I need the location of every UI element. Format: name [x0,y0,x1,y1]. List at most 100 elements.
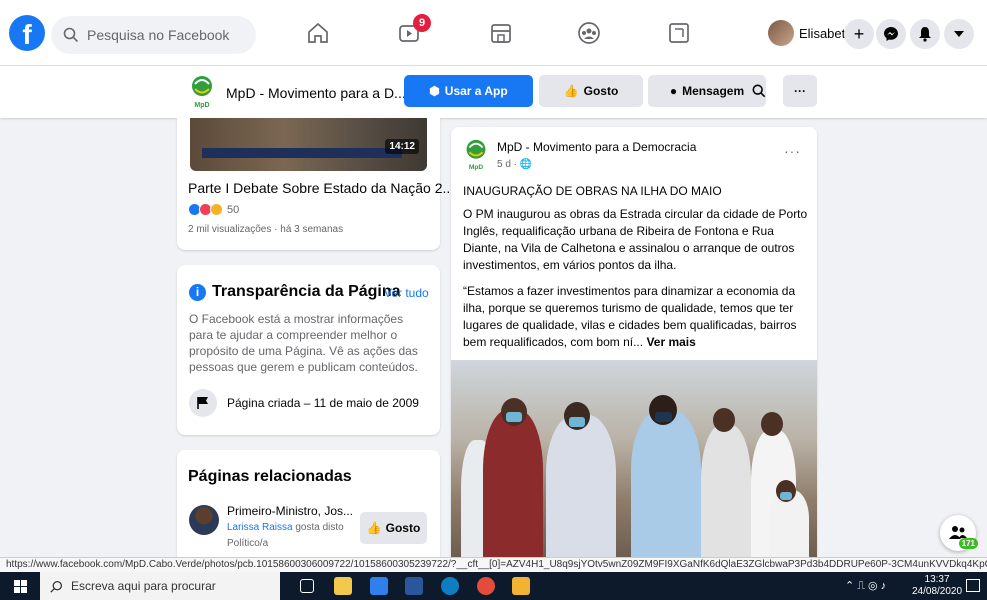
page-header-bar: MpD MpD - Movimento para a D... ⬢ Usar a… [0,66,987,118]
chrome-icon[interactable] [477,577,495,595]
action-center-icon[interactable] [966,579,980,592]
like-page-button[interactable]: 👍 Gosto [539,75,643,107]
account-menu-button[interactable] [944,19,974,49]
video-title[interactable]: Parte I Debate Sobre Estado da Nação 2..… [188,180,454,196]
windows-start-icon[interactable] [14,580,27,593]
related-like-label: Gosto [385,521,421,535]
related-page-category: Político/a [227,538,269,549]
svg-text:MpD: MpD [469,164,484,171]
search-icon [752,84,766,98]
transparency-description: O Facebook está a mostrar informações pa… [189,312,418,374]
messenger-icon: ● [669,84,678,98]
related-like-button[interactable]: 👍 Gosto [360,512,427,544]
taskbar-search-placeholder: Escreva aqui para procurar [71,579,216,593]
message-label: Mensagem [682,84,745,98]
transparency-header: i Transparência da Página [189,283,401,301]
store-icon[interactable] [334,577,352,595]
task-view-icon[interactable] [300,579,314,593]
browser-status-url: https://www.facebook.com/MpD.Cabo.Verde/… [0,557,987,572]
post-photo[interactable] [451,360,817,560]
svg-text:MpD: MpD [194,102,209,109]
reactions-summary[interactable]: 50 [188,203,239,216]
thumbs-up-icon: 👍 [366,521,382,535]
like-label: Gosto [583,84,619,98]
post-timestamp[interactable]: 5 d · 🌐 [497,159,532,170]
file-explorer-icon[interactable] [512,577,530,595]
person-figure [483,410,543,560]
avatar[interactable] [189,505,219,535]
face-mask [569,417,585,427]
system-tray-icons[interactable]: ⌃ ⎍ ◎ ♪ [845,579,886,593]
related-page-likes: Larissa Raissa gosta disto [227,522,344,533]
haha-reaction-icon [210,203,223,216]
system-clock[interactable]: 13:37 24/08/2020 [912,574,962,598]
notifications-button[interactable] [910,19,940,49]
messenger-icon [884,27,898,41]
person-figure [701,425,751,560]
facebook-logo-icon[interactable]: f [9,15,45,51]
thumbnail-banner [202,148,402,158]
online-contacts-count: 171 [958,538,978,549]
thumbs-up-icon: 👍 [563,84,579,98]
post-author[interactable]: MpD - Movimento para a Democracia [497,140,696,154]
clock-time: 13:37 [924,574,950,585]
info-icon: i [189,283,206,301]
page-created-row: Página criada – 11 de maio de 2009 [189,389,419,417]
post-quote: “Estamos a fazer investimentos para dina… [463,284,797,349]
search-placeholder: Pesquisa no Facebook [87,27,230,43]
related-pages-card: Páginas relacionadas Primeiro-Ministro, … [177,450,440,560]
home-icon[interactable] [305,20,331,46]
video-duration: 14:12 [385,139,419,154]
see-all-link[interactable]: Ver tudo [384,286,429,300]
flag-icon [189,389,217,417]
use-app-button[interactable]: ⬢ Usar a App [404,75,533,107]
face-mask [655,412,672,422]
create-plus-button[interactable]: + [844,19,874,49]
post-paragraph: O PM inaugurou as obras da Estrada circu… [463,207,808,272]
video-views: 2 mil visualizações · há 3 semanas [188,224,344,235]
word-icon[interactable] [405,577,423,595]
messenger-button[interactable] [876,19,906,49]
post-card: MpD MpD - Movimento para a Democracia 5 … [451,127,817,560]
bell-icon [919,27,931,42]
person-figure [546,415,616,560]
post-options-button[interactable]: ··· [784,143,801,159]
video-thumbnail[interactable]: 14:12 [190,118,427,171]
use-app-label: Usar a App [444,84,508,98]
person-figure [631,410,701,560]
chevron-down-icon [954,31,964,37]
post-time-text: 5 d · [497,159,520,170]
page-name[interactable]: MpD - Movimento para a D... [226,85,406,101]
windows-taskbar: Escreva aqui para procurar ⌃ ⎍ ◎ ♪ 13:37… [0,572,987,600]
globe-icon: 🌐 [519,159,533,170]
top-navigation: f Pesquisa no Facebook 9 Elisabeth + [0,0,987,66]
more-options-button[interactable]: ··· [783,75,817,107]
person-head [761,412,783,436]
edge-icon[interactable] [441,577,459,595]
mpd-logo-icon[interactable]: MpD [190,74,214,110]
related-pages-title: Páginas relacionadas [188,468,352,485]
contacts-chat-button[interactable]: 171 [940,515,978,551]
app-icon[interactable] [370,577,388,595]
face-mask [506,412,522,422]
search-icon [50,580,63,593]
search-input[interactable]: Pesquisa no Facebook [51,16,256,54]
gaming-icon[interactable] [666,20,692,46]
post-headline: INAUGURAÇÃO DE OBRAS NA ILHA DO MAIO [463,184,722,198]
avatar [768,20,794,46]
friend-name-link[interactable]: Larissa Raissa [227,522,293,533]
related-page-name[interactable]: Primeiro-Ministro, Jos... [227,504,353,518]
marketplace-icon[interactable] [488,20,514,46]
search-icon [63,27,79,43]
transparency-title: Transparência da Página [212,283,401,300]
page-search-button[interactable] [744,75,774,107]
likes-suffix: gosta disto [292,522,344,533]
taskbar-search-input[interactable]: Escreva aqui para procurar [40,572,280,600]
groups-icon[interactable] [576,20,602,46]
profile-link[interactable]: Elisabeth [768,20,852,46]
page-transparency-card: i Transparência da Página Ver tudo O Fac… [177,265,440,435]
clock-date: 24/08/2020 [912,586,963,597]
see-more-link[interactable]: Ver mais [646,335,695,349]
mpd-logo-icon[interactable]: MpD [464,138,488,172]
post-paragraph: “Estamos a fazer investimentos para dina… [463,283,808,351]
